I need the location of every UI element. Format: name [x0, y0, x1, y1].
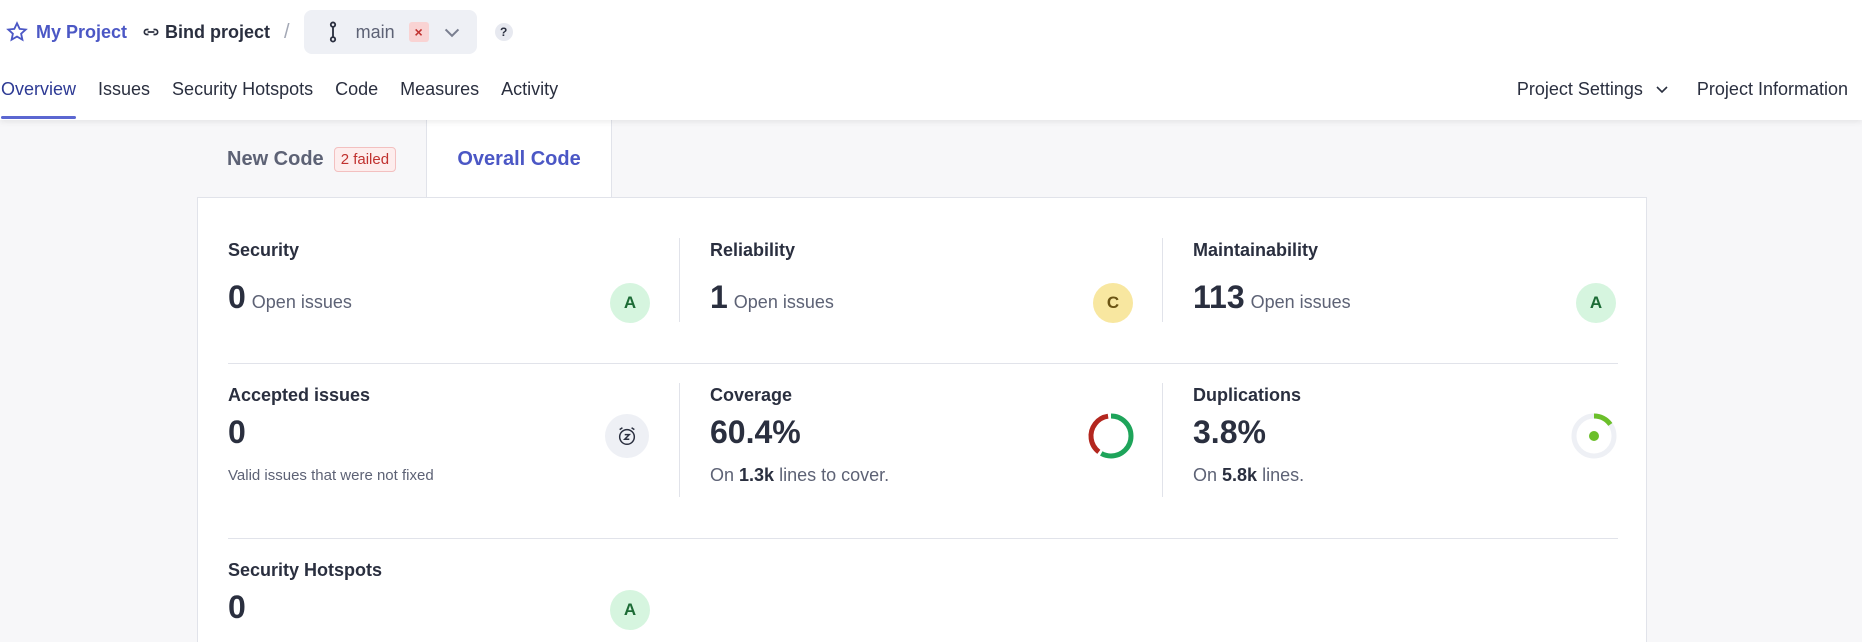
tab-new-code-label: New Code — [227, 147, 324, 170]
nav-measures[interactable]: Measures — [400, 68, 479, 120]
maintainability-metric: Maintainability 113 Open issues — [1193, 240, 1623, 316]
maintainability-label: Open issues — [1250, 292, 1351, 312]
failed-conditions-badge: 2 failed — [333, 146, 397, 172]
accepted-issues-metric: Accepted issues 0 Valid issues that were… — [228, 385, 658, 484]
security-title: Security — [228, 240, 300, 260]
duplications-value[interactable]: 3.8% — [1193, 414, 1623, 451]
link-icon — [143, 28, 159, 36]
project-information-link[interactable]: Project Information — [1697, 79, 1848, 100]
nav-overview[interactable]: Overview — [1, 68, 77, 120]
row-divider — [228, 538, 1618, 539]
column-divider — [679, 383, 680, 497]
nav-code[interactable]: Code — [335, 68, 378, 120]
reliability-rating-badge[interactable]: C — [1093, 283, 1133, 323]
code-period-tabs: New Code 2 failed Overall Code — [197, 120, 613, 198]
duplications-donut-icon — [1571, 413, 1617, 459]
security-hotspots-value[interactable]: 0 — [228, 589, 658, 626]
reliability-title: Reliability — [710, 240, 796, 260]
project-nav: Overview Issues Security Hotspots Code M… — [0, 68, 580, 120]
snooze-icon — [605, 414, 649, 458]
tab-overall-code[interactable]: Overall Code — [426, 120, 613, 198]
duplications-dot — [1589, 431, 1599, 441]
security-rating-badge[interactable]: A — [610, 283, 650, 323]
security-open-issues-link[interactable]: 0 Open issues — [228, 279, 658, 316]
coverage-metric: Coverage 60.4% On 1.3k lines to cover. — [710, 385, 1140, 486]
security-value: 0 — [228, 279, 246, 315]
duplications-lines-prefix: On — [1193, 465, 1218, 485]
branch-icon — [329, 21, 336, 43]
coverage-lines: On 1.3k lines to cover. — [710, 465, 1140, 486]
column-divider — [1162, 383, 1163, 497]
coverage-value[interactable]: 60.4% — [710, 414, 1140, 451]
maintainability-value: 113 — [1193, 279, 1245, 315]
security-hotspots-metric: Security Hotspots 0 — [228, 560, 658, 626]
row-divider — [228, 363, 1618, 364]
coverage-donut-icon — [1088, 413, 1134, 459]
maintainability-rating-badge[interactable]: A — [1576, 283, 1616, 323]
security-label: Open issues — [251, 292, 352, 312]
nav-issues[interactable]: Issues — [98, 68, 150, 120]
top-header: My Project Bind project / main × ? Overv… — [0, 0, 1862, 120]
security-hotspots-rating-badge[interactable]: A — [610, 590, 650, 630]
security-hotspots-title: Security Hotspots — [228, 560, 383, 580]
breadcrumb: My Project Bind project / main × ? — [6, 10, 513, 54]
accepted-issues-note: Valid issues that were not fixed — [228, 467, 434, 484]
duplications-lines-suffix: lines. — [1262, 465, 1305, 485]
chevron-down-icon — [1656, 86, 1668, 94]
coverage-title: Coverage — [710, 385, 793, 405]
measures-card: Security 0 Open issues A Reliability 1 O… — [197, 197, 1647, 642]
duplications-lines: On 5.8k lines. — [1193, 465, 1623, 486]
star-icon[interactable] — [6, 21, 28, 43]
maintainability-open-issues-link[interactable]: 113 Open issues — [1193, 279, 1623, 316]
duplications-metric: Duplications 3.8% On 5.8k lines. — [1193, 385, 1623, 486]
coverage-lines-prefix: On — [710, 465, 735, 485]
accepted-issues-title: Accepted issues — [228, 385, 371, 405]
nav-activity[interactable]: Activity — [501, 68, 558, 120]
reliability-metric: Reliability 1 Open issues — [710, 240, 1140, 316]
chevron-down-icon — [444, 28, 459, 38]
coverage-lines-value[interactable]: 1.3k — [739, 465, 774, 485]
reliability-label: Open issues — [733, 292, 834, 312]
help-icon[interactable]: ? — [494, 23, 513, 41]
security-metric: Security 0 Open issues — [228, 240, 658, 316]
duplications-lines-value[interactable]: 5.8k — [1222, 465, 1257, 485]
project-settings-label: Project Settings — [1516, 78, 1643, 99]
coverage-lines-suffix: lines to cover. — [779, 465, 890, 485]
duplications-title: Duplications — [1193, 385, 1302, 405]
project-nav-right: Project Settings Project Information — [1517, 68, 1848, 110]
accepted-issues-value[interactable]: 0 — [228, 414, 658, 451]
breadcrumb-separator: / — [284, 20, 290, 43]
reliability-open-issues-link[interactable]: 1 Open issues — [710, 279, 1140, 316]
project-name-link[interactable]: My Project — [36, 22, 127, 43]
bind-project-label: Bind project — [165, 21, 271, 42]
reliability-value: 1 — [710, 279, 728, 315]
column-divider — [679, 238, 680, 322]
quality-gate-failed-icon: × — [408, 22, 429, 42]
branch-selector[interactable]: main × — [303, 10, 477, 54]
branch-name: main — [355, 21, 395, 42]
column-divider — [1162, 238, 1163, 322]
tab-new-code[interactable]: New Code 2 failed — [197, 120, 426, 198]
project-settings-menu[interactable]: Project Settings — [1517, 79, 1669, 100]
nav-security-hotspots[interactable]: Security Hotspots — [172, 68, 313, 120]
bind-project-link[interactable]: Bind project — [141, 22, 270, 43]
coverage-uncovered-arc — [1088, 413, 1134, 459]
maintainability-title: Maintainability — [1193, 240, 1319, 260]
